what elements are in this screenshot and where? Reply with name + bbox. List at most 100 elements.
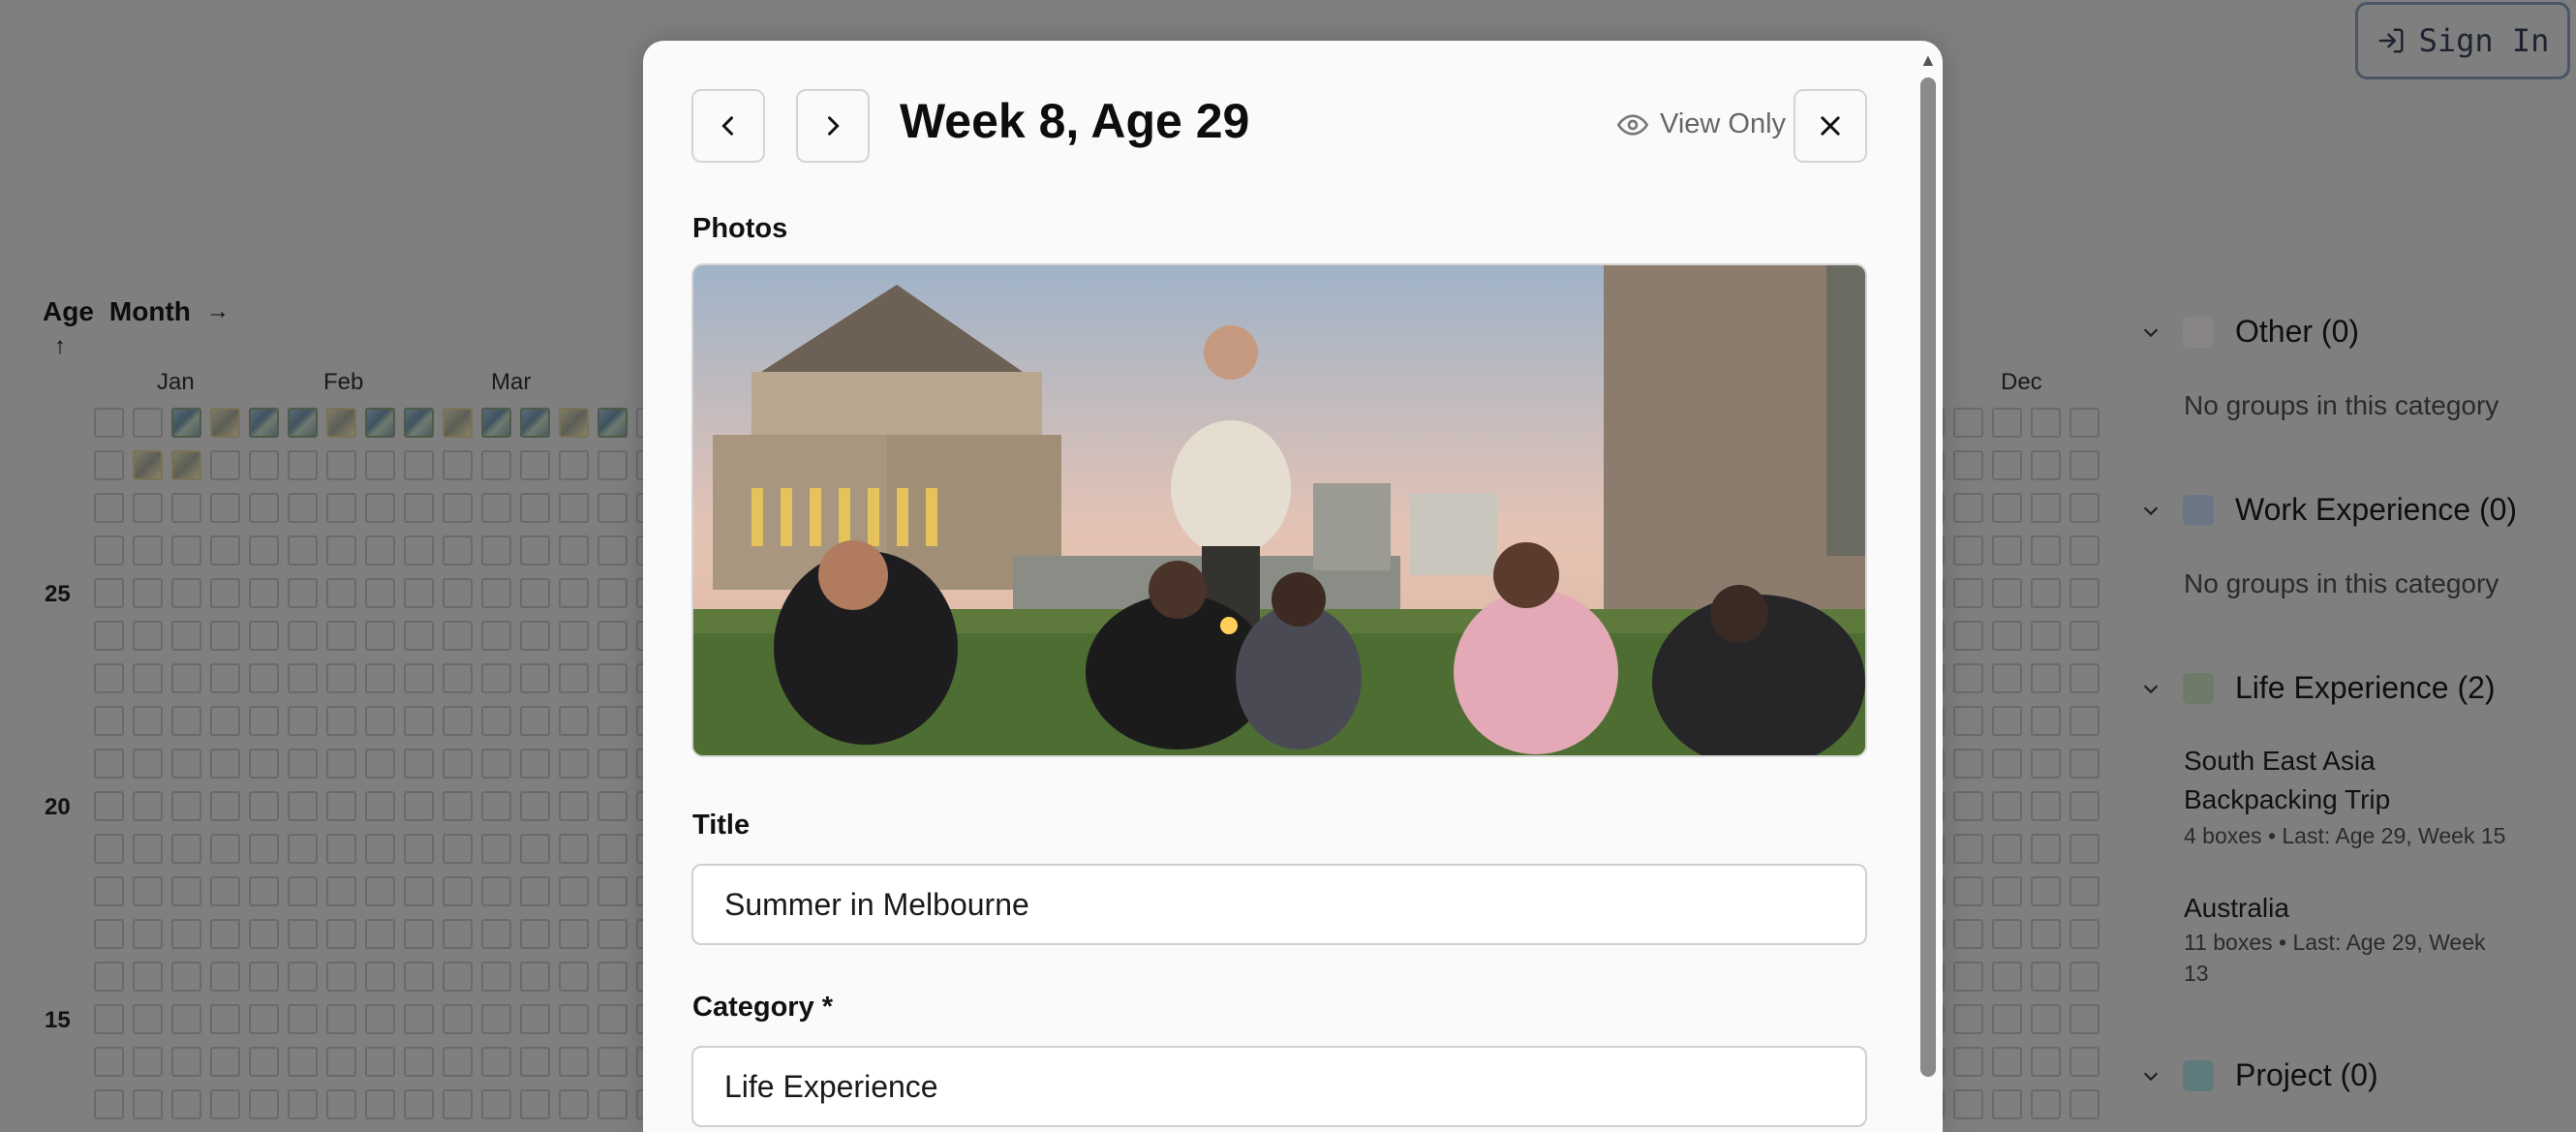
week-box[interactable]: [559, 876, 589, 906]
week-box[interactable]: [2070, 450, 2100, 480]
week-box[interactable]: [94, 578, 124, 608]
week-box[interactable]: [94, 535, 124, 566]
week-box[interactable]: [2031, 1089, 2061, 1119]
week-box[interactable]: [365, 749, 395, 779]
photo[interactable]: [691, 263, 1867, 757]
week-box[interactable]: [2031, 706, 2061, 736]
week-box[interactable]: [481, 749, 511, 779]
week-box[interactable]: [1953, 962, 1983, 992]
week-box[interactable]: [1992, 919, 2022, 949]
week-box[interactable]: [443, 919, 473, 949]
week-box[interactable]: [326, 919, 356, 949]
sign-in-button[interactable]: Sign In: [2355, 2, 2570, 79]
week-box[interactable]: [404, 621, 434, 651]
week-box[interactable]: [520, 1089, 550, 1119]
week-box[interactable]: [2031, 535, 2061, 566]
week-box[interactable]: [404, 578, 434, 608]
week-box[interactable]: [365, 876, 395, 906]
week-box[interactable]: [288, 834, 318, 864]
week-box[interactable]: [481, 535, 511, 566]
week-box[interactable]: [94, 1004, 124, 1034]
week-box[interactable]: [404, 450, 434, 480]
week-box[interactable]: [481, 1047, 511, 1077]
week-box[interactable]: [1992, 493, 2022, 523]
week-box[interactable]: [249, 450, 279, 480]
week-box[interactable]: [1953, 493, 1983, 523]
week-box[interactable]: [598, 1004, 628, 1034]
week-box[interactable]: [404, 1089, 434, 1119]
week-box[interactable]: [1992, 749, 2022, 779]
week-box[interactable]: [481, 621, 511, 651]
week-box[interactable]: [288, 706, 318, 736]
week-box[interactable]: [520, 962, 550, 992]
week-box[interactable]: [559, 749, 589, 779]
next-week-button[interactable]: [796, 89, 870, 163]
category-work-experience[interactable]: Work Experience (0): [2140, 492, 2517, 528]
week-box[interactable]: [481, 834, 511, 864]
week-box[interactable]: [443, 578, 473, 608]
week-box[interactable]: [210, 535, 240, 566]
week-box[interactable]: [171, 962, 201, 992]
week-box[interactable]: [2070, 535, 2100, 566]
week-box[interactable]: [171, 749, 201, 779]
week-box[interactable]: [404, 1047, 434, 1077]
week-box[interactable]: [1953, 706, 1983, 736]
week-box[interactable]: [2031, 919, 2061, 949]
week-box[interactable]: [1992, 578, 2022, 608]
week-box[interactable]: [249, 1004, 279, 1034]
week-box[interactable]: [443, 876, 473, 906]
week-box[interactable]: [133, 1089, 163, 1119]
week-box[interactable]: [2070, 408, 2100, 438]
week-box[interactable]: [249, 919, 279, 949]
week-box[interactable]: [171, 663, 201, 693]
week-box[interactable]: [365, 1004, 395, 1034]
week-box[interactable]: [2070, 1047, 2100, 1077]
week-box[interactable]: [481, 1089, 511, 1119]
week-box[interactable]: [404, 706, 434, 736]
week-box[interactable]: [326, 834, 356, 864]
week-box[interactable]: [1953, 749, 1983, 779]
week-box[interactable]: [365, 535, 395, 566]
week-box[interactable]: [1953, 1089, 1983, 1119]
week-box[interactable]: [520, 621, 550, 651]
week-box[interactable]: [210, 493, 240, 523]
week-box[interactable]: [443, 621, 473, 651]
week-box[interactable]: [288, 919, 318, 949]
week-box[interactable]: [481, 919, 511, 949]
week-box[interactable]: [481, 578, 511, 608]
week-box[interactable]: [1992, 962, 2022, 992]
week-box[interactable]: [171, 834, 201, 864]
previous-week-button[interactable]: [691, 89, 765, 163]
week-box[interactable]: [210, 876, 240, 906]
week-box[interactable]: [171, 408, 201, 438]
week-box[interactable]: [2070, 706, 2100, 736]
week-box[interactable]: [288, 791, 318, 821]
week-box[interactable]: [288, 876, 318, 906]
week-box[interactable]: [288, 493, 318, 523]
week-box[interactable]: [2031, 450, 2061, 480]
week-box[interactable]: [365, 493, 395, 523]
week-box[interactable]: [2070, 919, 2100, 949]
week-box[interactable]: [365, 621, 395, 651]
week-box[interactable]: [520, 663, 550, 693]
week-box[interactable]: [404, 919, 434, 949]
week-box[interactable]: [598, 1089, 628, 1119]
modal-scrollbar[interactable]: [1920, 77, 1936, 1077]
week-box[interactable]: [520, 749, 550, 779]
week-box[interactable]: [559, 706, 589, 736]
week-box[interactable]: [404, 663, 434, 693]
week-box[interactable]: [443, 450, 473, 480]
week-box[interactable]: [365, 791, 395, 821]
week-box[interactable]: [288, 1004, 318, 1034]
week-box[interactable]: [133, 1047, 163, 1077]
close-button[interactable]: [1794, 89, 1867, 163]
week-box[interactable]: [288, 962, 318, 992]
week-box[interactable]: [326, 493, 356, 523]
week-box[interactable]: [2070, 834, 2100, 864]
week-box[interactable]: [326, 578, 356, 608]
week-box[interactable]: [171, 1089, 201, 1119]
week-box[interactable]: [559, 493, 589, 523]
week-box[interactable]: [443, 791, 473, 821]
week-box[interactable]: [171, 535, 201, 566]
week-box[interactable]: [520, 450, 550, 480]
